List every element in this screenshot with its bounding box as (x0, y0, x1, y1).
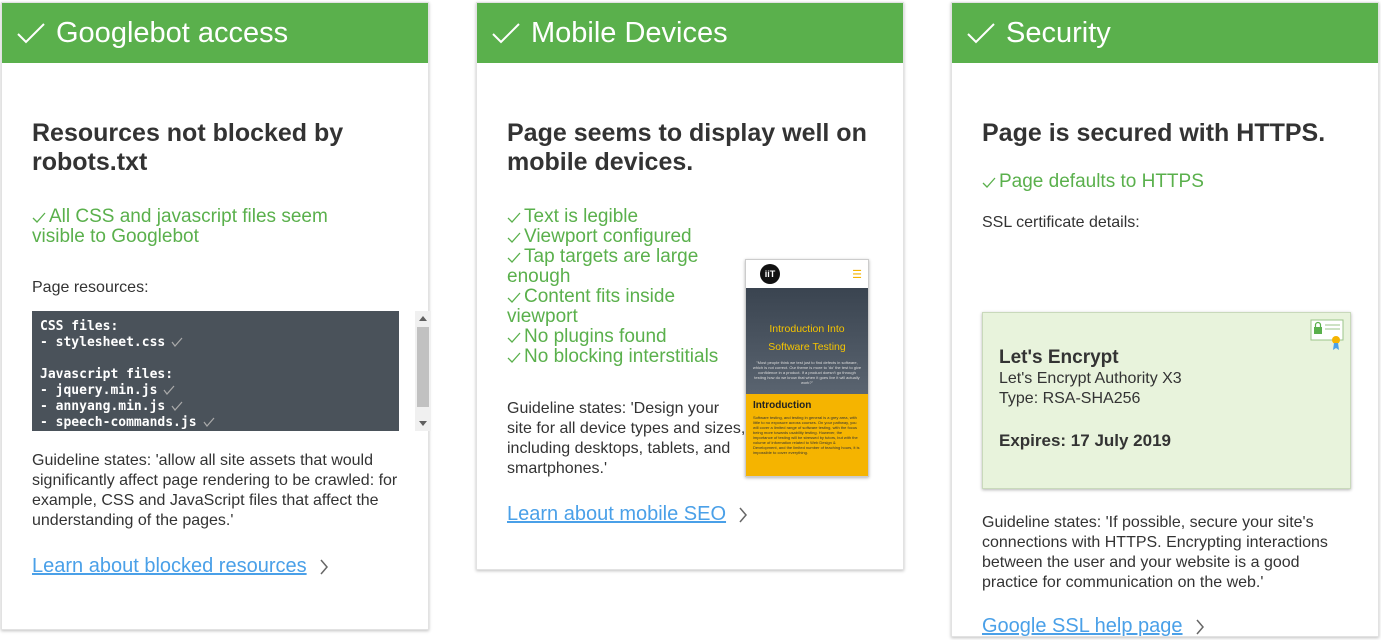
checkmark-icon (507, 352, 521, 363)
checkmark-icon (507, 332, 521, 343)
card-header-title: Googlebot access (56, 16, 289, 49)
check-text: No plugins found (524, 326, 667, 347)
preview-hero: Introduction Into Software Testing "Most… (746, 288, 868, 394)
resource-line: - jquery.min.js (40, 383, 399, 399)
check-item: Content fits inside viewport (507, 287, 747, 327)
checkmark-icon (507, 292, 521, 303)
resource-line: - speech-commands.js (40, 415, 399, 431)
mobile-devices-card: Mobile Devices Page seems to display wel… (476, 2, 904, 570)
check-item: No plugins found (507, 327, 747, 347)
checkmark-icon (492, 23, 520, 44)
mobile-preview-screenshot: iiT ☰ Introduction Into Software Testing… (745, 259, 869, 477)
googlebot-access-card: Googlebot access Resources not blocked b… (1, 2, 431, 630)
preview-intro-text: Software testing, and testing in general… (753, 415, 860, 455)
guideline-text: Guideline states: 'If possible, secure y… (982, 514, 1328, 591)
resource-line: - stylesheet.css (40, 335, 399, 351)
hamburger-menu-icon: ☰ (852, 269, 862, 281)
certificate-type: Type: RSA-SHA256 (999, 390, 1141, 407)
resource-name: - stylesheet.css (40, 335, 166, 350)
chevron-right-icon (1195, 619, 1204, 634)
ssl-details-label: SSL certificate details: (982, 214, 1140, 231)
check-text: Tap targets are large enough (507, 246, 699, 287)
card-header: Googlebot access (2, 3, 428, 63)
card-header-title: Security (1006, 16, 1111, 49)
guideline-text: Guideline states: 'Design your site for … (507, 400, 746, 477)
check-item: Text is legible (507, 207, 747, 227)
card-header: Security (952, 3, 1378, 63)
check-item: Viewport configured (507, 227, 747, 247)
google-ssl-help-link[interactable]: Google SSL help page (982, 615, 1205, 638)
checkmark-icon (507, 252, 521, 263)
ssl-certificate-card: Let's Encrypt Let's Encrypt Authority X3… (982, 312, 1351, 489)
card-title: Page seems to display well on mobile dev… (507, 119, 867, 176)
check-item: No blocking interstitials (507, 347, 747, 367)
scroll-down-arrow-icon[interactable] (419, 421, 427, 426)
code-block: CSS files: - stylesheet.css Javascript f… (32, 311, 399, 431)
mobile-checks-list: Text is legible Viewport configured Tap … (507, 207, 747, 367)
learn-blocked-resources-link[interactable]: Learn about blocked resources (32, 555, 329, 578)
checkmark-icon (171, 337, 183, 347)
pass-message: All CSS and javascript files seem visibl… (32, 207, 372, 247)
check-text: Viewport configured (524, 226, 692, 247)
resource-line: - annyang.min.js (40, 399, 399, 415)
guideline-text: Guideline states: 'allow all site assets… (32, 452, 398, 529)
link-label: Google SSL help page (982, 615, 1183, 637)
checkmark-icon (507, 212, 521, 223)
pass-text: All CSS and javascript files seem visibl… (32, 206, 328, 247)
site-logo: iiT (760, 264, 780, 284)
link-label: Learn about mobile SEO (507, 503, 727, 525)
checkmark-icon (982, 177, 996, 188)
certificate-icon (1310, 319, 1344, 350)
js-heading: Javascript files: (40, 367, 174, 382)
scrollbar-thumb[interactable] (417, 327, 429, 407)
page-resources-label: Page resources: (32, 279, 149, 296)
check-item: Tap targets are large enough (507, 247, 747, 287)
card-title: Resources not blocked by robots.txt (32, 119, 344, 176)
css-heading: CSS files: (40, 319, 119, 334)
card-title: Page is secured with HTTPS. (982, 119, 1326, 147)
link-label: Learn about blocked resources (32, 555, 307, 577)
checkmark-icon (171, 401, 183, 411)
resource-name: - annyang.min.js (40, 399, 166, 414)
chevron-right-icon (739, 507, 748, 522)
certificate-expiry: Expires: 17 July 2019 (999, 431, 1172, 450)
checkmark-icon (17, 23, 45, 44)
learn-mobile-seo-link[interactable]: Learn about mobile SEO (507, 503, 748, 526)
resources-code-box[interactable]: CSS files: - stylesheet.css Javascript f… (32, 311, 431, 431)
code-scrollbar[interactable] (415, 311, 431, 431)
chevron-right-icon (320, 559, 328, 574)
preview-hero-title: Introduction Into Software Testing (768, 323, 846, 353)
checkmark-icon (203, 417, 214, 427)
resource-name: - speech-commands.js (40, 415, 197, 430)
check-text: No blocking interstitials (524, 346, 719, 367)
security-card: Security Page is secured with HTTPS. Pag… (951, 2, 1379, 637)
resource-name: - jquery.min.js (40, 383, 158, 398)
card-header-title: Mobile Devices (531, 16, 728, 49)
pass-text: Page defaults to HTTPS (999, 171, 1204, 192)
certificate-issuer: Let's Encrypt (999, 347, 1119, 368)
checkmark-icon (163, 385, 175, 395)
check-text: Content fits inside viewport (507, 286, 676, 327)
preview-intro-title: Introduction (753, 400, 812, 411)
preview-hero-text: "Most people think we test just to find … (752, 360, 862, 385)
checkmark-icon (32, 212, 46, 223)
preview-intro: Introduction Software testing, and testi… (746, 394, 868, 476)
checkmark-icon (967, 23, 995, 44)
checkmark-icon (507, 232, 521, 243)
scroll-up-arrow-icon[interactable] (419, 316, 427, 321)
pass-message: Page defaults to HTTPS (982, 172, 1348, 192)
certificate-authority: Let's Encrypt Authority X3 (999, 370, 1182, 387)
card-header: Mobile Devices (477, 3, 903, 63)
check-text: Text is legible (524, 206, 639, 227)
